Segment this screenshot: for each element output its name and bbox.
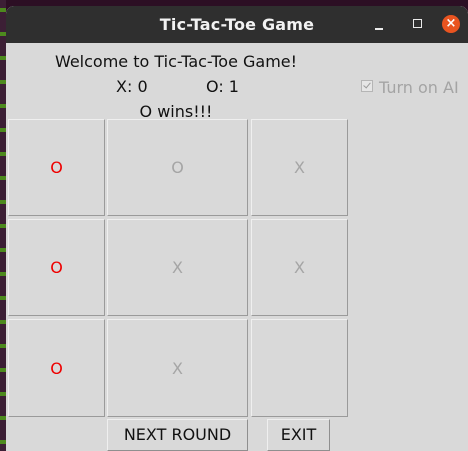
minimize-icon[interactable] [372, 16, 388, 32]
board-cell-1-0[interactable]: O [8, 219, 105, 316]
welcome-label: Welcome to Tic-Tac-Toe Game! [54, 52, 298, 71]
board-cell-2-2[interactable] [251, 319, 348, 417]
board-cell-0-0[interactable]: O [8, 119, 105, 216]
window-title: Tic-Tac-Toe Game [159, 15, 315, 34]
ai-toggle-label: Turn on AI [379, 78, 459, 97]
score-o-label: O: 1 [206, 77, 239, 96]
board-cell-1-1[interactable]: X [107, 219, 248, 316]
maximize-icon[interactable] [410, 16, 426, 32]
exit-button[interactable]: EXIT [267, 419, 330, 451]
next-round-button[interactable]: NEXT ROUND [107, 419, 248, 451]
score-x-label: X: 0 [116, 77, 148, 96]
board-cell-0-1[interactable]: O [107, 119, 248, 216]
board-cell-2-0[interactable]: O [8, 319, 105, 417]
title-bar: Tic-Tac-Toe Game × [6, 6, 468, 43]
board-cell-0-2[interactable]: X [251, 119, 348, 216]
ai-toggle-checkbox[interactable]: Turn on AI [361, 78, 459, 97]
board-cell-2-1[interactable]: X [107, 319, 248, 417]
close-icon[interactable]: × [442, 15, 460, 33]
app-window: Tic-Tac-Toe Game × Welcome to Tic-Tac-To… [6, 6, 468, 451]
board-cell-1-2[interactable]: X [251, 219, 348, 316]
checkbox-icon[interactable] [361, 80, 373, 92]
